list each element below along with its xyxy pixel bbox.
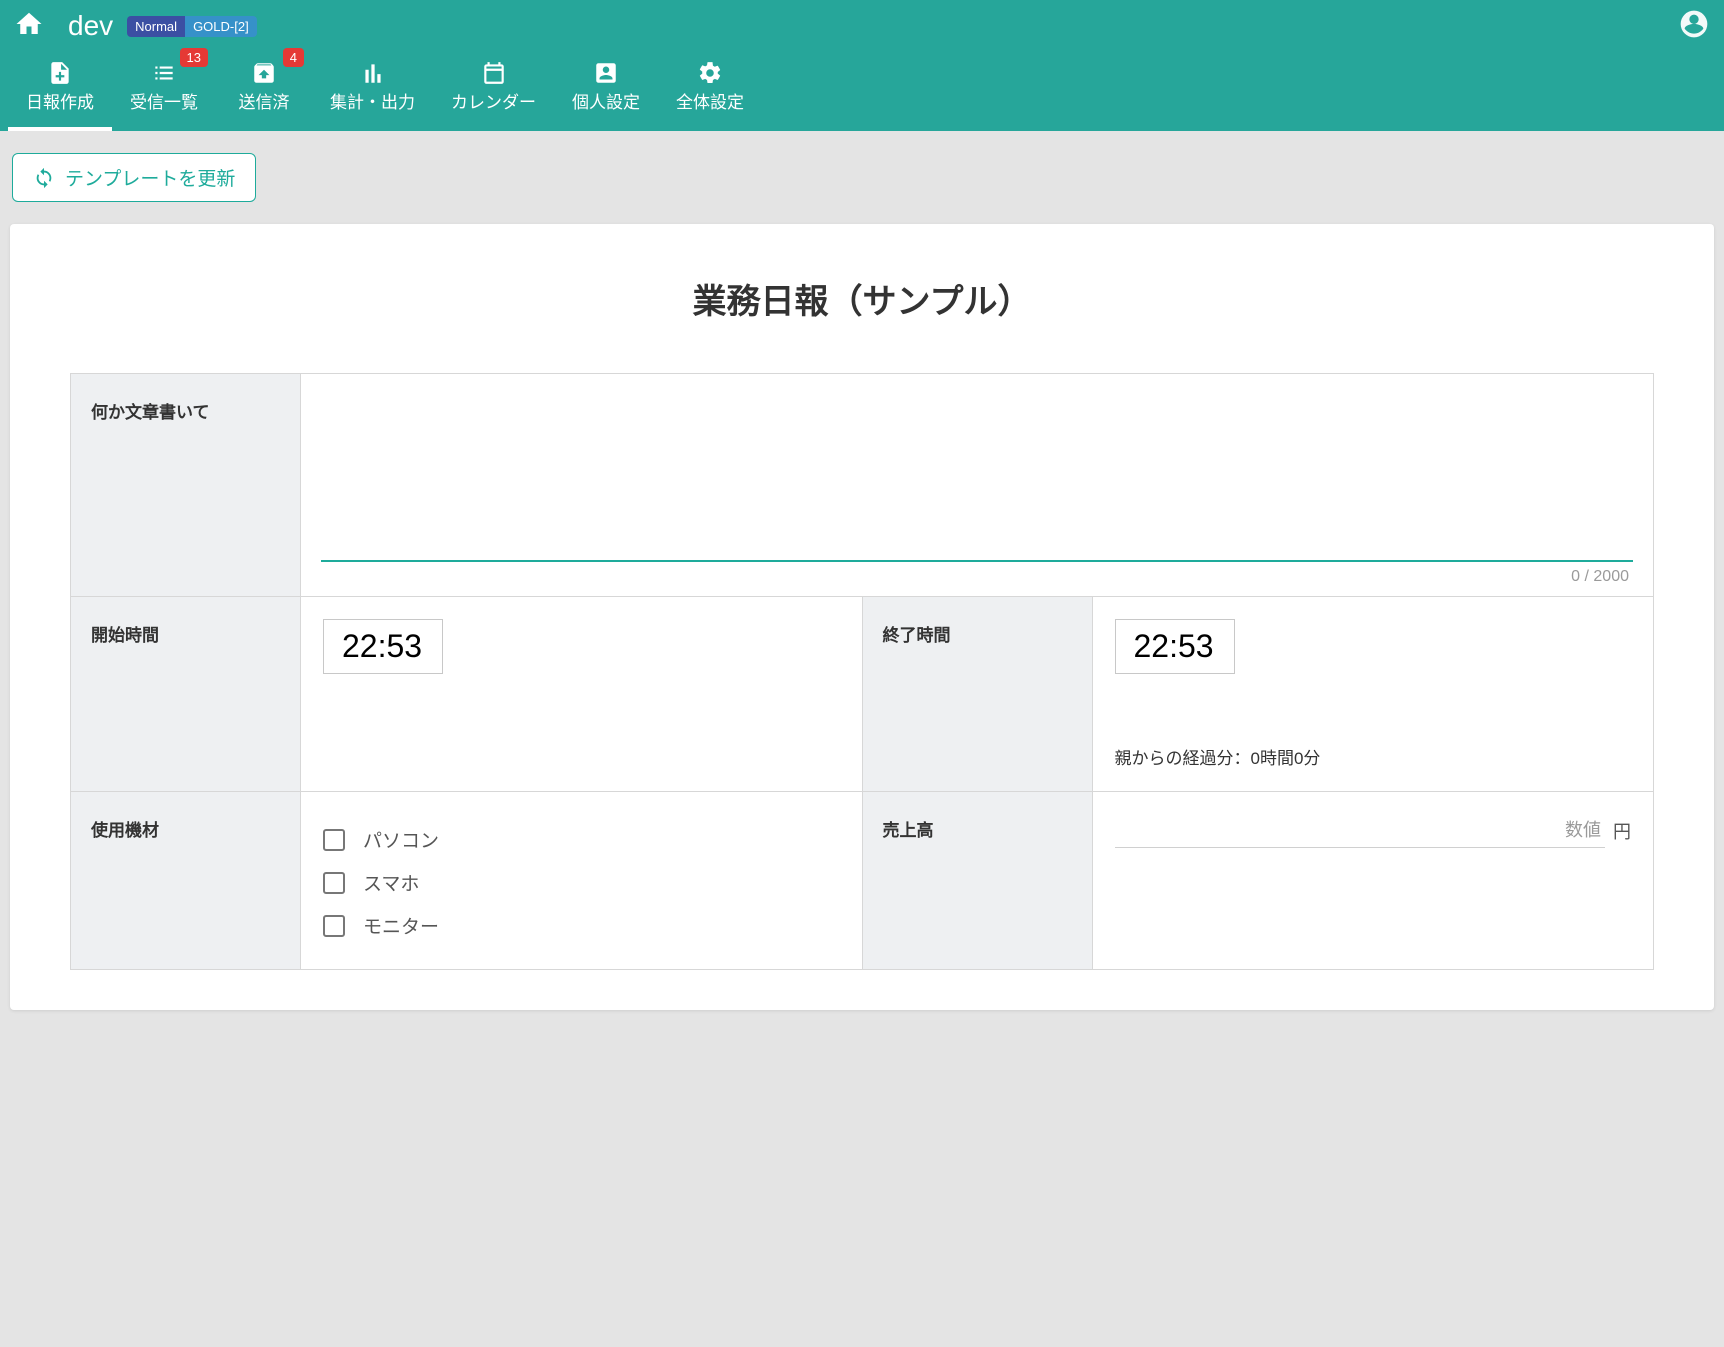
sync-icon [33,167,55,189]
equipment-label: 使用機材 [71,792,301,969]
tab-label: 受信一覧 [130,88,198,113]
tab-4[interactable]: カレンダー [433,46,554,131]
end-time-input[interactable]: 22:53 [1115,619,1235,674]
row-equipment-sales: 使用機材 パソコンスマホモニター 売上高 円 [71,792,1653,969]
sales-label: 売上高 [863,792,1093,969]
update-template-button[interactable]: テンプレートを更新 [12,153,256,202]
app-header: dev Normal GOLD-[2] 日報作成 受信一覧 13 送信済 4 集計・出力 カ… [0,0,1724,131]
settings-icon [676,60,744,84]
tab-label: 個人設定 [572,88,640,113]
row-free-text: 何か文章書いて 0 / 2000 [71,374,1653,597]
bar_chart-icon [330,60,415,84]
update-template-label: テンプレートを更新 [65,164,235,191]
equipment-options: パソコンスマホモニター [323,814,840,947]
equipment-option-label: パソコン [363,826,439,853]
main-tabs: 日報作成 受信一覧 13 送信済 4 集計・出力 カレンダー 個人設定 全体設定 [0,46,1724,131]
equipment-option-2[interactable]: モニター [323,904,840,947]
equipment-option-label: スマホ [363,869,419,896]
event-icon [451,60,536,84]
home-icon[interactable] [14,9,44,44]
account_box-icon [572,60,640,84]
end-time-elapsed-note: 親からの経過分：0時間0分 [1115,674,1632,769]
tab-label: 集計・出力 [330,88,415,113]
tab-label: 全体設定 [676,88,744,113]
tab-0[interactable]: 日報作成 [8,46,112,131]
tab-label: 日報作成 [26,88,94,113]
free-text-input[interactable] [321,392,1633,562]
tab-1[interactable]: 受信一覧 13 [112,46,216,131]
env-name: dev [68,10,113,42]
tab-3[interactable]: 集計・出力 [312,46,433,131]
start-time-label: 開始時間 [71,597,301,791]
plan-badge-gold: GOLD-[2] [185,16,257,37]
start-time-input[interactable]: 22:53 [323,619,443,674]
equipment-option-label: モニター [363,912,439,939]
note_add-icon [26,60,94,84]
equipment-option-1[interactable]: スマホ [323,861,840,904]
free-text-label: 何か文章書いて [71,374,301,596]
end-time-label: 終了時間 [863,597,1093,791]
tab-5[interactable]: 個人設定 [554,46,658,131]
tab-badge: 4 [283,48,304,67]
report-card: 業務日報（サンプル） 何か文章書いて 0 / 2000 開始時間 22:53 [10,224,1714,1010]
tab-label: 送信済 [234,88,294,113]
report-form: 何か文章書いて 0 / 2000 開始時間 22:53 終了時間 [70,373,1654,970]
checkbox-icon [323,915,345,937]
account-icon[interactable] [1678,8,1710,45]
tab-2[interactable]: 送信済 4 [216,46,312,131]
tab-badge: 13 [180,48,208,67]
sales-input[interactable] [1115,814,1606,848]
tab-6[interactable]: 全体設定 [658,46,762,131]
checkbox-icon [323,872,345,894]
plan-badges: Normal GOLD-[2] [127,16,257,37]
report-title: 業務日報（サンプル） [70,274,1654,323]
sales-unit: 円 [1613,818,1631,844]
free-text-counter: 0 / 2000 [321,562,1633,588]
tab-label: カレンダー [451,88,536,113]
plan-badge-normal: Normal [127,16,185,37]
equipment-option-0[interactable]: パソコン [323,818,840,861]
checkbox-icon [323,829,345,851]
row-times: 開始時間 22:53 終了時間 22:53 親からの経過分：0時間0分 [71,597,1653,792]
